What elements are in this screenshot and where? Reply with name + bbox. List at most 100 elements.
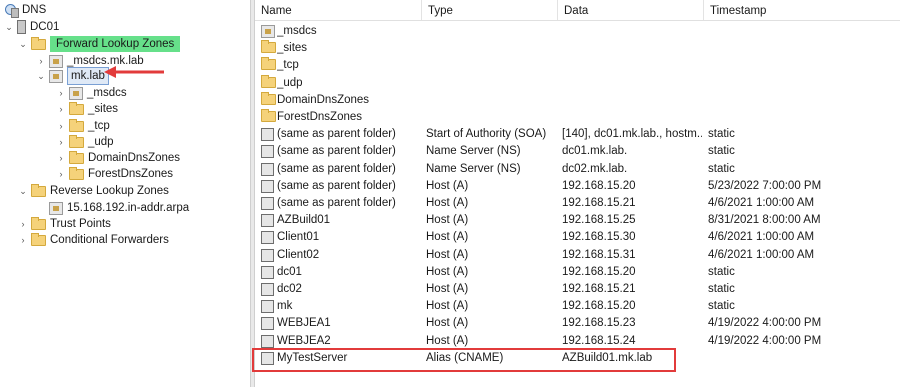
record-row[interactable]: (same as parent folder) Name Server (NS) d… [255, 161, 900, 178]
record-timestamp: 4/19/2022 4:00:00 PM [708, 317, 822, 330]
record-timestamp: 5/23/2022 7:00:00 PM [708, 179, 822, 192]
record-data: 192.168.15.21 [562, 283, 636, 295]
record-timestamp: static [708, 162, 735, 175]
record-name: _msdcs [277, 25, 317, 37]
record-row[interactable]: _sites [255, 40, 900, 57]
tree-label-reverse-lookup-zones: Reverse Lookup Zones [50, 185, 169, 197]
folder-icon [261, 109, 276, 122]
record-name: (same as parent folder) [277, 162, 396, 175]
record-icon [261, 265, 274, 279]
record-type: Start of Authority (SOA) [426, 128, 547, 141]
record-icon [261, 128, 274, 142]
tree-node-forward-lookup-zones[interactable]: ⌄ Forward Lookup Zones [18, 36, 181, 52]
tree-node-dns[interactable]: DNS [4, 2, 46, 18]
folder-icon [261, 57, 276, 71]
tree-label: _tcp [88, 120, 110, 132]
record-row[interactable]: mk Host (A) 192.168.15.20 static [255, 298, 900, 315]
record-row[interactable]: _udp [255, 74, 900, 92]
zone-icon [49, 54, 63, 68]
folder-icon [261, 40, 276, 54]
record-row[interactable]: (same as parent folder) Host (A) 192.168.1… [255, 178, 900, 195]
record-row[interactable]: _tcp [255, 57, 900, 74]
record-data: 192.168.15.20 [562, 179, 636, 192]
tree-node-trust-points[interactable]: › Trust Points [18, 216, 111, 232]
record-name: dc01 [277, 265, 302, 278]
record-name: _udp [277, 76, 303, 89]
folder-icon [69, 134, 84, 148]
record-name: _sites [277, 42, 308, 55]
tree-label: ForestDnsZones [88, 168, 174, 180]
record-timestamp: 4/6/2021 1:00:00 AM [708, 231, 815, 244]
tree-node-sites[interactable]: › _sites [56, 101, 118, 117]
chevron-down-icon[interactable]: ⌄ [18, 36, 28, 52]
record-name: dc02 [277, 283, 302, 295]
chevron-down-icon[interactable]: ⌄ [4, 19, 14, 35]
folder-icon [261, 74, 276, 88]
record-row[interactable]: ForestDnsZones [255, 109, 900, 126]
chevron-right-icon[interactable]: › [56, 166, 66, 182]
record-row[interactable]: dc02 Host (A) 192.168.15.21 static [255, 281, 900, 298]
chevron-right-icon[interactable]: › [56, 150, 66, 166]
chevron-right-icon[interactable]: › [56, 101, 66, 117]
record-data: dc02.mk.lab. [562, 162, 628, 175]
record-icon [261, 214, 274, 228]
records-list: Name Type Data Timestamp _msdcs _sites _tc… [255, 0, 900, 387]
record-timestamp: static [708, 145, 735, 158]
column-header-type[interactable]: Type [421, 0, 557, 20]
record-name: ForestDnsZones [277, 111, 363, 123]
record-name: (same as parent folder) [277, 179, 396, 192]
record-icon [261, 317, 274, 331]
record-row[interactable]: (same as parent folder) Host (A) 192.168.1… [255, 195, 900, 212]
tree-node-msdcs[interactable]: › _msdcs [56, 85, 127, 101]
tree-node-tcp[interactable]: › _tcp [56, 118, 110, 134]
chevron-down-icon[interactable]: ⌄ [36, 68, 46, 84]
zone-icon [69, 86, 83, 100]
record-name: mk [277, 300, 293, 313]
record-row[interactable]: (same as parent folder) Name Server (NS) d… [255, 143, 900, 160]
tree-node-forestdnszones[interactable]: › ForestDnsZones [56, 166, 173, 182]
tree-node-udp[interactable]: › _udp [56, 134, 114, 150]
record-icon [261, 179, 274, 193]
column-header-name[interactable]: Name [255, 0, 421, 20]
record-type: Name Server (NS) [426, 162, 521, 175]
record-row[interactable]: WEBJEA1 Host (A) 192.168.15.23 4/19/2022 4:… [255, 315, 900, 332]
tree-node-reverse-zone[interactable]: 15.168.192.in-addr.arpa [36, 200, 189, 216]
chevron-right-icon[interactable]: › [18, 232, 28, 248]
chevron-right-icon[interactable]: › [56, 85, 66, 101]
folder-icon [31, 232, 46, 246]
tree-label-conditional-forwarders: Conditional Forwarders [50, 234, 169, 246]
chevron-right-icon[interactable]: › [18, 216, 28, 232]
record-row[interactable]: Client01 Host (A) 192.168.15.30 4/6/2021 1:… [255, 229, 900, 246]
tree-node-domaindnszones[interactable]: › DomainDnsZones [56, 150, 180, 166]
record-timestamp: static [708, 283, 735, 295]
record-name: (same as parent folder) [277, 128, 396, 141]
record-icon [261, 197, 274, 210]
record-row[interactable]: dc01 Host (A) 192.168.15.20 static [255, 264, 900, 281]
tree-node-mk-lab[interactable]: ⌄ mk.lab [36, 67, 109, 85]
column-header-timestamp[interactable]: Timestamp [703, 0, 900, 20]
record-row[interactable]: (same as parent folder) Start of Authorit… [255, 126, 900, 143]
chevron-right-icon[interactable]: › [36, 53, 46, 69]
chevron-right-icon[interactable]: › [56, 134, 66, 150]
column-header-data[interactable]: Data [557, 0, 703, 20]
record-row[interactable]: DomainDnsZones [255, 91, 900, 109]
tree-node-conditional-forwarders[interactable]: › Conditional Forwarders [18, 232, 169, 248]
zone-icon [49, 69, 63, 83]
tree-label: _sites [88, 103, 119, 115]
chevron-down-icon[interactable]: ⌄ [18, 183, 28, 199]
tree-label-reverse-zone: 15.168.192.in-addr.arpa [67, 202, 190, 214]
record-icon [261, 248, 274, 262]
chevron-right-icon[interactable]: › [56, 118, 66, 134]
record-row[interactable]: Client02 Host (A) 192.168.15.31 4/6/2021 1:… [255, 247, 900, 264]
tree-node-reverse-lookup-zones[interactable]: ⌄ Reverse Lookup Zones [18, 183, 169, 199]
record-type: Host (A) [426, 248, 469, 261]
record-row[interactable]: AZBuild01 Host (A) 192.168.15.25 8/31/2021 … [255, 212, 900, 229]
tree-label: _msdcs [87, 87, 127, 99]
record-name: Client01 [277, 231, 320, 244]
tree-node-dc01[interactable]: ⌄ DC01 [4, 19, 59, 35]
record-row[interactable]: _msdcs [255, 23, 900, 40]
record-icon [261, 334, 274, 348]
folder-icon [69, 118, 84, 132]
tree-label-mk-lab: mk.lab [67, 67, 109, 85]
record-data: dc01.mk.lab. [562, 145, 628, 158]
